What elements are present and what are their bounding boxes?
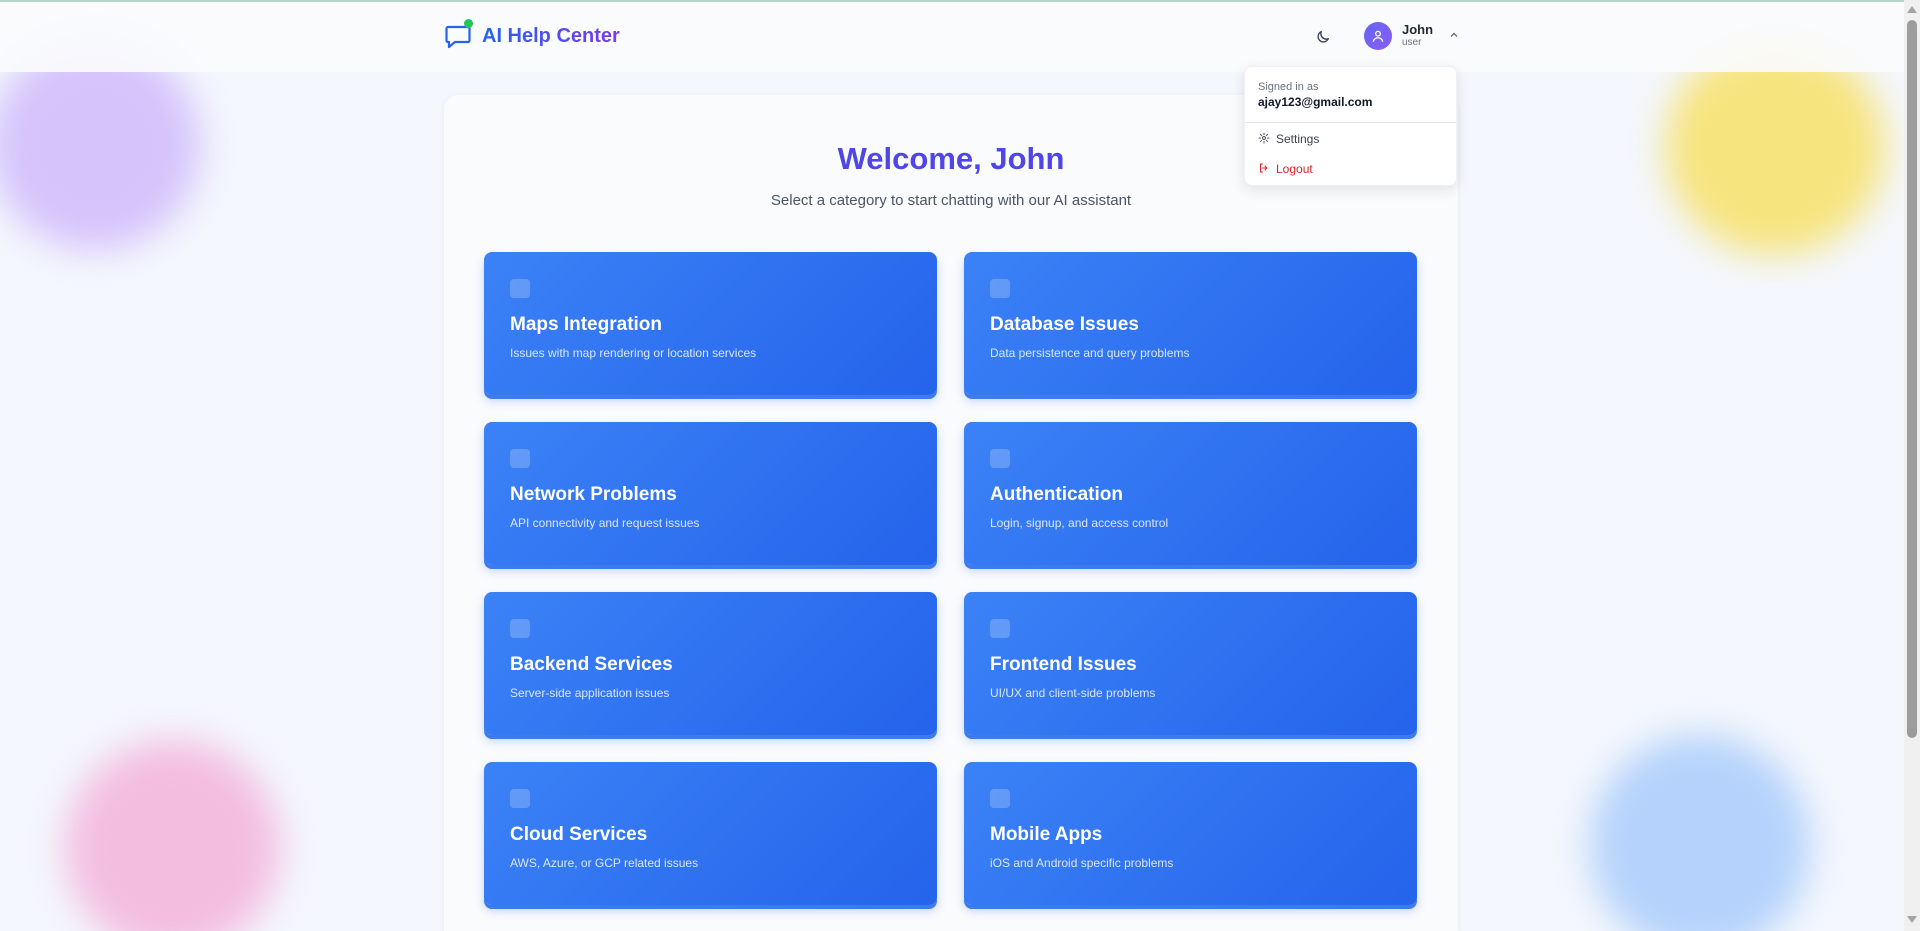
- category-card-backend[interactable]: Backend Services Server-side application…: [484, 592, 937, 735]
- category-icon: [510, 279, 530, 298]
- user-email: ajay123@gmail.com: [1258, 95, 1373, 109]
- category-icon: [990, 449, 1010, 468]
- category-title: Database Issues: [990, 314, 1139, 335]
- page-scrollbar[interactable]: [1904, 0, 1920, 931]
- category-title: Maps Integration: [510, 314, 663, 335]
- user-dropdown-menu: Signed in as ajay123@gmail.com Settings …: [1244, 66, 1457, 186]
- logout-menu-item[interactable]: Logout: [1245, 154, 1456, 184]
- category-icon: [990, 789, 1010, 808]
- welcome-subtitle: Select a category to start chatting with…: [770, 192, 1132, 209]
- settings-menu-item[interactable]: Settings: [1245, 124, 1456, 154]
- user-role: user: [1402, 37, 1422, 48]
- top-header: AI Help Center John user: [0, 2, 1904, 72]
- category-card-frontend[interactable]: Frontend Issues UI/UX and client-side pr…: [964, 592, 1417, 735]
- theme-toggle-button[interactable]: [1310, 26, 1336, 52]
- user-menu-button[interactable]: John user: [1364, 22, 1459, 50]
- top-border: [0, 0, 1904, 2]
- category-description: UI/UX and client-side problems: [990, 686, 1156, 700]
- chat-bubble-icon: [444, 19, 473, 50]
- category-card-maps[interactable]: Maps Integration Issues with map renderi…: [484, 252, 937, 395]
- category-description: Server-side application issues: [510, 686, 670, 700]
- category-title: Backend Services: [510, 654, 673, 675]
- category-description: API connectivity and request issues: [510, 516, 700, 530]
- background-blob-pink: [65, 740, 280, 931]
- dropdown-account-info: Signed in as ajay123@gmail.com: [1245, 67, 1456, 123]
- category-card-network[interactable]: Network Problems API connectivity and re…: [484, 422, 937, 565]
- user-avatar-icon: [1364, 22, 1392, 50]
- category-description: AWS, Azure, or GCP related issues: [510, 856, 699, 870]
- moon-icon: [1315, 29, 1331, 50]
- signed-in-label: Signed in as: [1258, 81, 1319, 93]
- scroll-down-arrow-icon[interactable]: [1907, 916, 1917, 923]
- online-status-dot: [464, 19, 473, 28]
- gear-icon: [1258, 132, 1270, 147]
- category-description: Data persistence and query problems: [990, 346, 1190, 360]
- scrollbar-thumb[interactable]: [1907, 20, 1917, 738]
- category-icon: [990, 279, 1010, 298]
- background-blob-yellow: [1665, 40, 1885, 255]
- category-icon: [510, 449, 530, 468]
- category-title: Network Problems: [510, 484, 677, 505]
- category-title: Mobile Apps: [990, 824, 1103, 845]
- category-icon: [510, 789, 530, 808]
- category-title: Cloud Services: [510, 824, 648, 845]
- category-card-mobile[interactable]: Mobile Apps iOS and Android specific pro…: [964, 762, 1417, 905]
- settings-label: Settings: [1276, 132, 1320, 146]
- chevron-up-icon: [1449, 27, 1459, 45]
- category-icon: [990, 619, 1010, 638]
- category-title: Authentication: [990, 484, 1123, 505]
- logout-icon: [1258, 162, 1270, 177]
- scroll-up-arrow-icon[interactable]: [1907, 6, 1917, 13]
- category-description: Login, signup, and access control: [990, 516, 1169, 530]
- category-description: Issues with map rendering or location se…: [510, 346, 757, 360]
- category-card-cloud[interactable]: Cloud Services AWS, Azure, or GCP relate…: [484, 762, 937, 905]
- category-card-database[interactable]: Database Issues Data persistence and que…: [964, 252, 1417, 395]
- category-description: iOS and Android specific problems: [990, 856, 1174, 870]
- category-title: Frontend Issues: [990, 654, 1137, 675]
- logout-label: Logout: [1276, 162, 1313, 176]
- app-title: AI Help Center: [482, 24, 620, 47]
- main-panel: Welcome, John Select a category to start…: [444, 95, 1458, 931]
- category-icon: [510, 619, 530, 638]
- user-name: John: [1402, 22, 1434, 37]
- app-logo[interactable]: AI Help Center: [444, 19, 620, 50]
- background-blob-blue: [1590, 735, 1810, 931]
- category-card-authentication[interactable]: Authentication Login, signup, and access…: [964, 422, 1417, 565]
